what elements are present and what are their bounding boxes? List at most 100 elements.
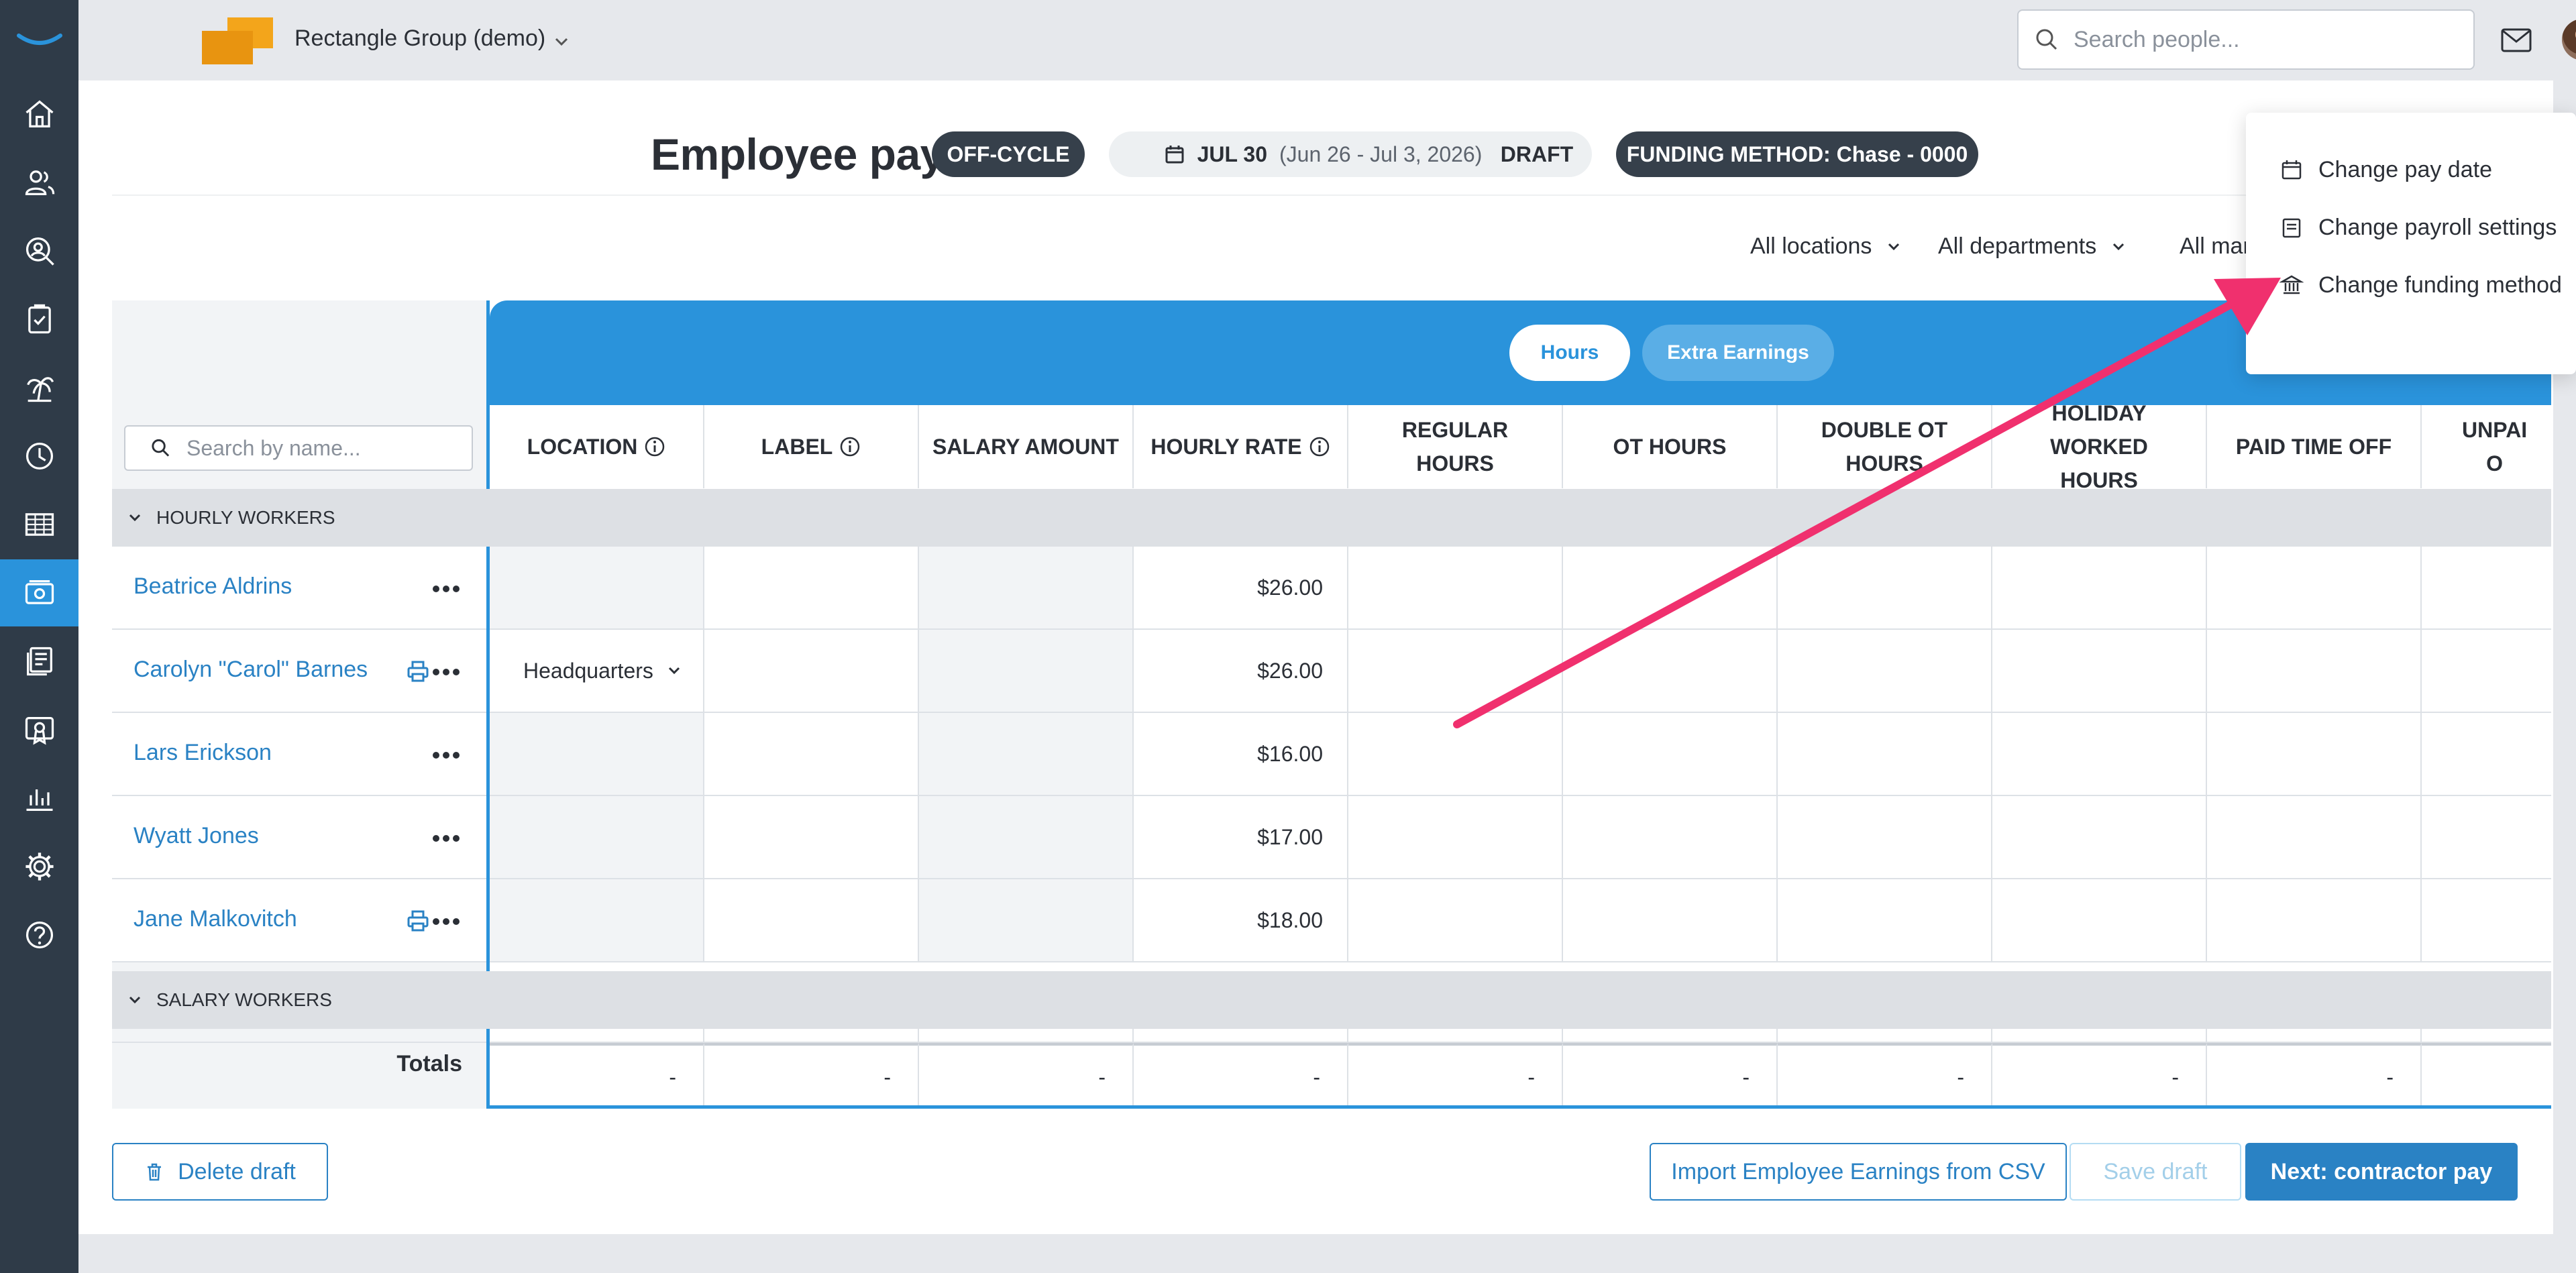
- grid-cell[interactable]: [919, 796, 1134, 879]
- sidebar-item-time-off[interactable]: [0, 354, 78, 421]
- sidebar-item-benefits[interactable]: [0, 696, 78, 763]
- grid-cell[interactable]: [1778, 547, 1992, 630]
- grid-cell[interactable]: [1992, 630, 2207, 713]
- grid-cell[interactable]: [1778, 796, 1992, 879]
- grid-cell[interactable]: [919, 630, 1134, 713]
- save-draft-button[interactable]: Save draft: [2070, 1143, 2241, 1201]
- grid-cell[interactable]: [1992, 879, 2207, 962]
- grid-cell[interactable]: [1992, 713, 2207, 796]
- tab-hours[interactable]: Hours: [1509, 325, 1630, 381]
- location-cell[interactable]: Headquarters: [490, 630, 704, 713]
- chevron-down-icon: [1888, 243, 1900, 250]
- printer-icon[interactable]: [406, 909, 430, 933]
- menu-item-change-payroll-settings[interactable]: Change payroll settings: [2279, 199, 2557, 256]
- sidebar-item-payroll[interactable]: [0, 559, 78, 626]
- filter-departments[interactable]: All departments: [1938, 233, 2129, 260]
- chevron-down-icon[interactable]: [549, 30, 574, 54]
- sidebar-item-hiring[interactable]: [0, 217, 78, 284]
- grid-cell[interactable]: [1992, 547, 2207, 630]
- grid-cell[interactable]: [2422, 879, 2551, 962]
- sidebar-item-people[interactable]: [0, 149, 78, 216]
- employee-name-link[interactable]: Wyatt Jones: [133, 823, 259, 849]
- pay-date-badge[interactable]: JUL 30 (Jun 26 - Jul 3, 2026): [1109, 131, 1537, 177]
- tab-extra-earnings[interactable]: Extra Earnings: [1642, 325, 1834, 381]
- info-icon[interactable]: [1309, 436, 1330, 457]
- location-cell[interactable]: [490, 796, 704, 879]
- grid-cell[interactable]: [2207, 879, 2422, 962]
- grid-cell[interactable]: [919, 879, 1134, 962]
- sidebar-item-time[interactable]: [0, 423, 78, 490]
- sidebar-item-tasks[interactable]: [0, 286, 78, 353]
- grid-cell[interactable]: [1563, 796, 1778, 879]
- col-location: LOCATION: [490, 405, 704, 488]
- grid-cell[interactable]: [2207, 796, 2422, 879]
- company-name[interactable]: Rectangle Group (demo): [294, 25, 545, 52]
- name-search-input[interactable]: [184, 435, 472, 461]
- grid-cell[interactable]: [2422, 796, 2551, 879]
- grid-cell[interactable]: [1563, 713, 1778, 796]
- grid-cell[interactable]: [2422, 630, 2551, 713]
- info-icon[interactable]: [839, 436, 861, 457]
- employee-name-link[interactable]: Carolyn "Carol" Barnes: [133, 657, 368, 683]
- filter-locations[interactable]: All locations: [1750, 233, 1904, 260]
- location-cell[interactable]: [490, 713, 704, 796]
- grid-cell[interactable]: [1348, 796, 1563, 879]
- grid-cell[interactable]: [2207, 713, 2422, 796]
- people-search-input[interactable]: [2072, 25, 2448, 54]
- row-more-button[interactable]: [433, 586, 460, 592]
- sidebar-item-documents[interactable]: [0, 628, 78, 695]
- sidebar-item-settings[interactable]: [0, 833, 78, 900]
- delete-draft-button[interactable]: Delete draft: [112, 1143, 328, 1201]
- grid-cell[interactable]: [704, 796, 919, 879]
- next-contractor-pay-button[interactable]: Next: contractor pay: [2245, 1143, 2518, 1201]
- section-hourly-workers[interactable]: HOURLY WORKERS: [112, 489, 2551, 547]
- grid-cell[interactable]: [2207, 547, 2422, 630]
- sidebar-item-help[interactable]: [0, 901, 78, 968]
- grid-cell[interactable]: [1348, 879, 1563, 962]
- menu-item-change-pay-date[interactable]: Change pay date: [2279, 141, 2492, 199]
- grid-cell[interactable]: [1778, 879, 1992, 962]
- grid-cell[interactable]: [704, 630, 919, 713]
- grid-cell[interactable]: [704, 879, 919, 962]
- grid-cell[interactable]: [919, 713, 1134, 796]
- grid-cell[interactable]: [1778, 713, 1992, 796]
- grid-cell[interactable]: [919, 547, 1134, 630]
- grid-cell[interactable]: [704, 547, 919, 630]
- menu-item-change-funding-method[interactable]: Change funding method: [2279, 256, 2562, 314]
- employee-name-link[interactable]: Jane Malkovitch: [133, 906, 297, 932]
- row-more-button[interactable]: [433, 835, 460, 842]
- grid-cell[interactable]: [1348, 630, 1563, 713]
- grid-cell[interactable]: [1778, 630, 1992, 713]
- sidebar-item-analytics[interactable]: [0, 765, 78, 832]
- location-cell[interactable]: [490, 547, 704, 630]
- info-icon[interactable]: [644, 436, 665, 457]
- import-csv-button[interactable]: Import Employee Earnings from CSV: [1650, 1143, 2067, 1201]
- row-more-button[interactable]: [433, 752, 460, 759]
- location-cell[interactable]: [490, 879, 704, 962]
- grid-cell[interactable]: [1563, 547, 1778, 630]
- grid-cell[interactable]: [2422, 547, 2551, 630]
- sidebar-item-home[interactable]: [0, 80, 78, 148]
- grid-cell[interactable]: [1563, 630, 1778, 713]
- grid-cell[interactable]: [2207, 630, 2422, 713]
- page-header: Employee pay OFF-CYCLE JUL 30 (Jun 26 - …: [78, 80, 2553, 195]
- sidebar-item-reports-table[interactable]: [0, 491, 78, 558]
- grid-cell[interactable]: [1348, 713, 1563, 796]
- name-search[interactable]: [124, 425, 473, 471]
- row-more-button[interactable]: [433, 669, 460, 675]
- app-logo-icon[interactable]: [0, 0, 78, 80]
- employee-name-link[interactable]: Lars Erickson: [133, 740, 272, 766]
- employee-name-link[interactable]: Beatrice Aldrins: [133, 573, 292, 600]
- row-more-button[interactable]: [433, 918, 460, 925]
- grid-cell[interactable]: [704, 713, 919, 796]
- grid-cell[interactable]: [1992, 796, 2207, 879]
- grid-cell[interactable]: [2422, 713, 2551, 796]
- grid-cell[interactable]: [1563, 879, 1778, 962]
- grid-cell[interactable]: [1348, 547, 1563, 630]
- filter-managers[interactable]: All mar: [2180, 233, 2251, 260]
- hourly-rate-cell: $26.00: [1134, 630, 1348, 713]
- people-search[interactable]: [2017, 9, 2475, 70]
- avatar[interactable]: [2562, 19, 2576, 60]
- mail-icon[interactable]: [2500, 27, 2532, 54]
- printer-icon[interactable]: [406, 659, 430, 683]
